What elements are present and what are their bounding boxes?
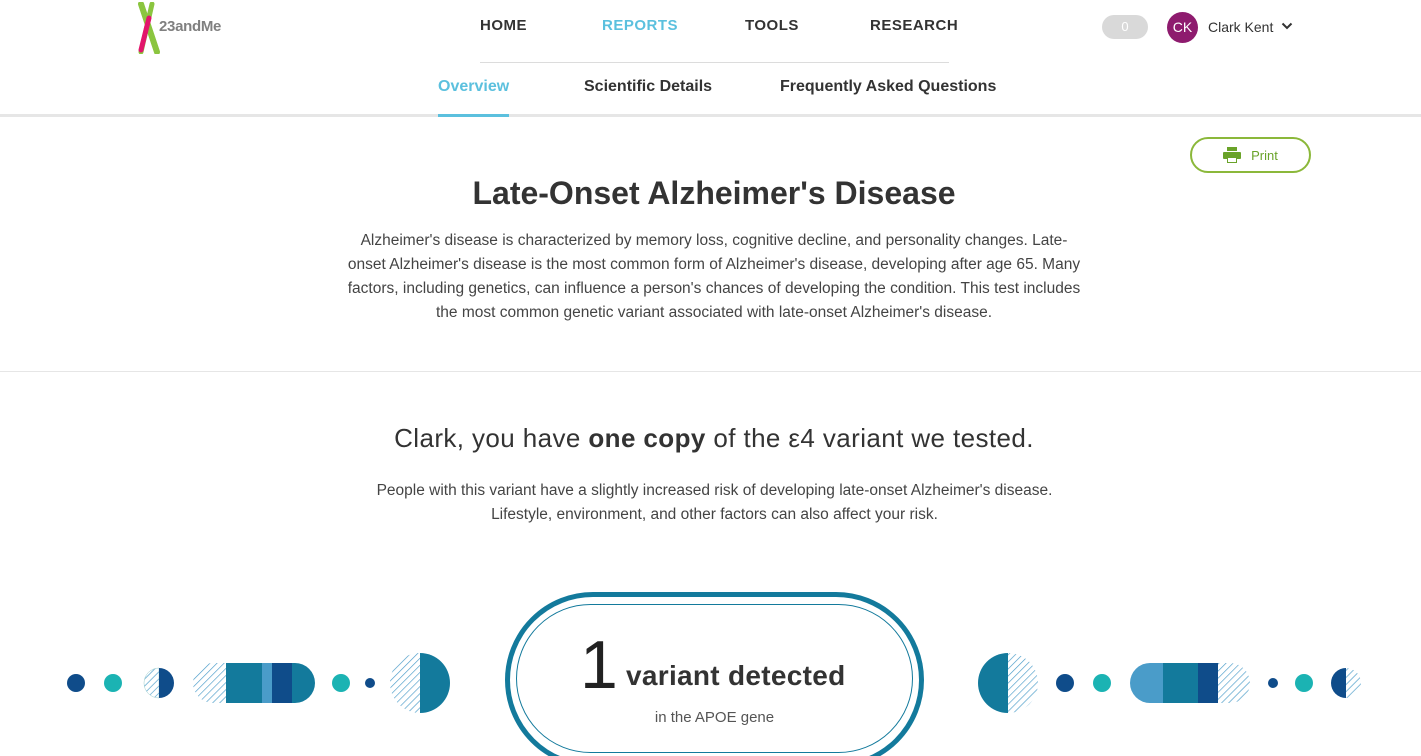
intro-line: Alzheimer's disease is characterized by …: [360, 232, 1068, 249]
print-label: Print: [1251, 147, 1278, 163]
variant-label: variant detected: [626, 660, 846, 691]
tab-overview[interactable]: Overview: [438, 78, 510, 117]
variant-count: 1: [580, 627, 618, 703]
section-divider: [0, 371, 1421, 372]
decorative-dna-left: [67, 653, 450, 713]
23andme-logo[interactable]: 23andMe: [137, 2, 229, 54]
nav-research[interactable]: RESEARCH: [870, 17, 958, 34]
nav-tools[interactable]: TOOLS: [745, 17, 799, 34]
user-name[interactable]: Clark Kent: [1208, 19, 1273, 35]
decorative-dna-right: [978, 653, 1361, 713]
result-suffix: of the ε4 variant we tested.: [705, 423, 1034, 453]
report-intro: Alzheimer's disease is characterized by …: [318, 229, 1110, 325]
intro-line: the most common genetic variant associat…: [435, 304, 993, 321]
gene-text: in the APOE gene: [654, 709, 775, 726]
avatar[interactable]: CK: [1167, 12, 1198, 43]
chevron-down-icon[interactable]: [1281, 19, 1293, 33]
result-headline: Clark, you have one copy of the ε4 varia…: [0, 423, 1421, 454]
printer-icon: [1223, 147, 1242, 163]
result-prefix: Clark, you have: [394, 423, 589, 453]
tab-scientific-details[interactable]: Scientific Details: [584, 78, 712, 117]
page-title: Late-Onset Alzheimer's Disease: [472, 175, 956, 211]
nav-reports[interactable]: REPORTS: [602, 17, 678, 34]
result-bold: one copy: [588, 423, 706, 453]
logo-text: 23andMe: [159, 18, 222, 35]
tab-faq[interactable]: Frequently Asked Questions: [780, 78, 996, 117]
report-subnav: Overview Scientific Details Frequently A…: [0, 62, 1421, 117]
notification-badge[interactable]: 0: [1102, 15, 1148, 39]
main-nav: HOME REPORTS TOOLS RESEARCH: [480, 17, 958, 63]
result-sub-line: Lifestyle, environment, and other factor…: [491, 506, 938, 523]
result-description: People with this variant have a slightly…: [340, 479, 1089, 527]
result-sub-line: People with this variant have a slightly…: [376, 482, 1053, 499]
nav-home[interactable]: HOME: [480, 17, 527, 34]
intro-line: onset Alzheimer's disease is the most co…: [347, 256, 1081, 273]
intro-line: factors, including genetics, can influen…: [347, 280, 1081, 297]
print-button[interactable]: Print: [1190, 137, 1311, 173]
